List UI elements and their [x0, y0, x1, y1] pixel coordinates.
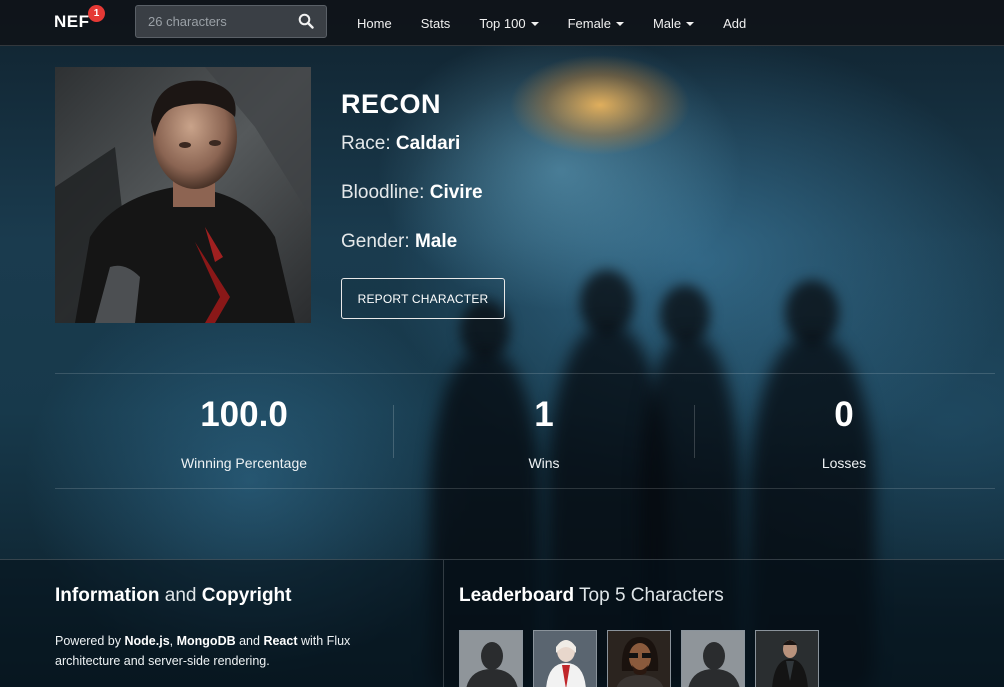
tech-nodejs: Node.js: [124, 634, 170, 648]
leaderboard-title-bold: Leaderboard: [459, 585, 575, 606]
report-character-button[interactable]: REPORT CHARACTER: [341, 278, 505, 319]
leaderboard-title-light: Top 5 Characters: [579, 585, 724, 606]
bloodline-row: Bloodline: Civire: [341, 182, 483, 204]
bloodline-label: Bloodline:: [341, 182, 425, 203]
race-value: Caldari: [395, 133, 461, 154]
nav-top100-label: Top 100: [479, 15, 526, 31]
stat-losses: 0 Losses: [694, 395, 994, 471]
info-title-and: and: [164, 585, 197, 606]
bloodline-value: Civire: [429, 182, 483, 203]
nav-male-dropdown[interactable]: Male: [652, 15, 695, 31]
footer-divider: [443, 560, 444, 687]
brand-logo[interactable]: NEF: [54, 12, 90, 32]
race-label: Race:: [341, 133, 391, 154]
gender-value: Male: [414, 231, 458, 252]
caret-down-icon: [686, 22, 695, 26]
powered-by-label: Powered by: [55, 634, 122, 648]
divider: [55, 373, 995, 374]
nav-female-label: Female: [567, 15, 611, 31]
nav-stats-label: Stats: [420, 15, 451, 31]
race-row: Race: Caldari: [341, 133, 460, 155]
stat-value: 1: [534, 395, 554, 434]
character-avatar-icon: [608, 631, 670, 687]
character-avatar-icon: [534, 631, 596, 687]
silhouette-icon: [460, 631, 522, 687]
character-name: RECON: [341, 89, 442, 119]
stat-label: Losses: [821, 455, 867, 471]
nav-add[interactable]: Add: [723, 16, 746, 31]
info-title-bold: Copyright: [201, 585, 292, 606]
stat-winning-percentage: 100.0 Winning Percentage: [94, 395, 394, 471]
nav-add-label: Add: [723, 15, 747, 31]
leaderboard-character-thumbnail[interactable]: [533, 630, 597, 687]
nav-top100-dropdown[interactable]: Top 100: [479, 15, 539, 31]
stat-label: Wins: [528, 455, 560, 471]
stat-value: 0: [834, 395, 854, 434]
search-icon[interactable]: [298, 13, 314, 29]
nav-male-label: Male: [652, 15, 682, 31]
caret-down-icon: [530, 22, 539, 26]
stat-wins: 1 Wins: [394, 395, 694, 471]
stat-value: 100.0: [200, 395, 288, 434]
leaderboard-thumbnails: [459, 630, 829, 687]
info-title-bold: Information: [55, 585, 160, 606]
leaderboard-title: Leaderboard Top 5 Characters: [459, 585, 724, 607]
notification-badge: 1: [88, 5, 105, 22]
caret-down-icon: [615, 22, 624, 26]
nav-stats[interactable]: Stats: [421, 16, 451, 31]
leaderboard-character-thumbnail[interactable]: [755, 630, 819, 687]
gender-row: Gender: Male: [341, 231, 457, 253]
nav-menu: Home Stats Top 100 Female Male Add: [357, 0, 775, 46]
character-portrait: [55, 67, 311, 323]
powered-by-text: Powered by Node.js, MongoDB and React wi…: [55, 634, 351, 668]
nav-home[interactable]: Home: [357, 16, 392, 31]
silhouette-icon: [682, 631, 744, 687]
character-avatar-icon: [756, 631, 818, 687]
search-input[interactable]: [136, 6, 291, 37]
search-form: [135, 5, 327, 38]
divider: [55, 488, 995, 489]
nav-female-dropdown[interactable]: Female: [568, 16, 624, 31]
tech-mongodb: MongoDB: [176, 634, 236, 648]
stat-label: Winning Percentage: [180, 455, 308, 471]
nav-home-label: Home: [357, 15, 392, 31]
leaderboard-character-thumbnail[interactable]: [459, 630, 523, 687]
and-word: and: [239, 634, 260, 648]
footer: Information and Copyright Powered by Nod…: [0, 559, 1004, 687]
navbar: NEF 1 Home Stats Top 100 Female Male Add: [0, 0, 1004, 46]
gender-label: Gender:: [341, 231, 410, 252]
tech-react: React: [263, 634, 298, 648]
info-title: Information and Copyright: [55, 585, 291, 607]
leaderboard-character-thumbnail[interactable]: [607, 630, 671, 687]
leaderboard-character-thumbnail[interactable]: [681, 630, 745, 687]
